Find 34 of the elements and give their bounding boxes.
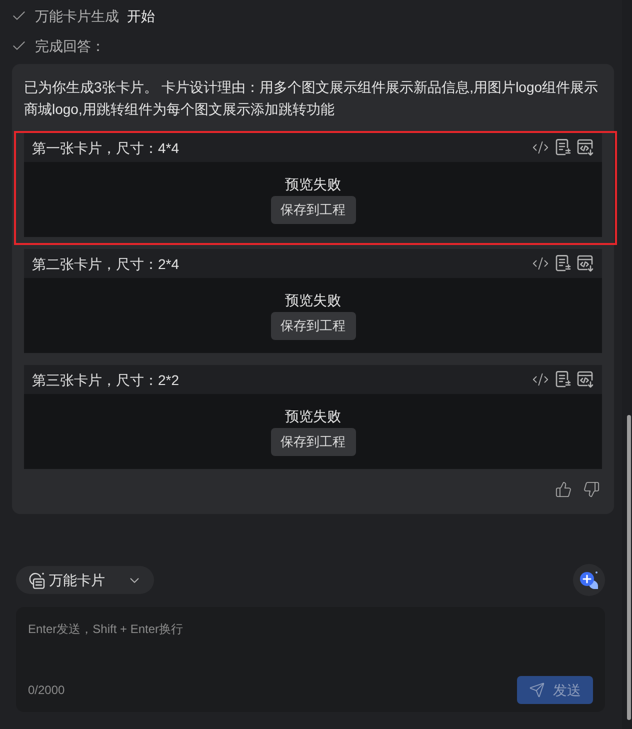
answer-text: 已为你生成3张卡片。 卡片设计理由：用多个图文展示组件展示新品信息,用图片logo组件展示商城logo,用跳转组件为每个图文展示添加跳转功能 (24, 78, 600, 119)
card-preview-panel[interactable]: 第三张卡片，尺寸：2*2 预览失败 保存到工程 (24, 365, 602, 469)
step-label: 完成回答： (35, 37, 105, 56)
code-icon[interactable] (532, 255, 549, 272)
step-status: 开始 (127, 7, 155, 26)
save-to-project-button[interactable]: 保存到工程 (270, 428, 356, 456)
card-title: 第三张卡片，尺寸：2*2 (32, 370, 180, 390)
save-to-project-button[interactable]: 保存到工程 (270, 196, 356, 224)
card-preview-panel[interactable]: 第二张卡片，尺寸：2*4 预览失败 保存到工程 (24, 249, 602, 353)
document-lines-icon[interactable] (555, 255, 571, 272)
preview-failed-message: 预览失败 (285, 175, 341, 194)
card-title: 第一张卡片，尺寸：4*4 (32, 138, 180, 158)
circle-document-icon (28, 572, 45, 588)
code-icon[interactable] (532, 371, 549, 388)
mode-selector[interactable]: 万能卡片 (16, 566, 154, 594)
code-icon[interactable] (532, 139, 549, 156)
preview-failed-message: 预览失败 (285, 291, 341, 310)
document-lines-icon[interactable] (555, 139, 571, 156)
add-chat-icon (579, 570, 599, 590)
new-chat-button[interactable] (573, 564, 605, 596)
card-title: 第二张卡片，尺寸：2*4 (32, 254, 180, 274)
character-counter: 0/2000 (28, 682, 65, 699)
code-download-icon[interactable] (577, 371, 594, 388)
code-download-icon[interactable] (577, 139, 594, 156)
paper-plane-icon (529, 682, 545, 698)
document-lines-icon[interactable] (555, 371, 571, 388)
step-label: 万能卡片生成 (35, 7, 119, 26)
thumbs-down-icon[interactable] (583, 481, 600, 498)
save-to-project-button[interactable]: 保存到工程 (270, 312, 356, 340)
thumbs-up-icon[interactable] (555, 481, 572, 498)
scrollbar-thumb[interactable] (627, 415, 631, 720)
card-preview-panel[interactable]: 第一张卡片，尺寸：4*4 预览失败 保存到工程 (24, 133, 602, 237)
preview-failed-message: 预览失败 (285, 407, 341, 426)
code-download-icon[interactable] (577, 255, 594, 272)
